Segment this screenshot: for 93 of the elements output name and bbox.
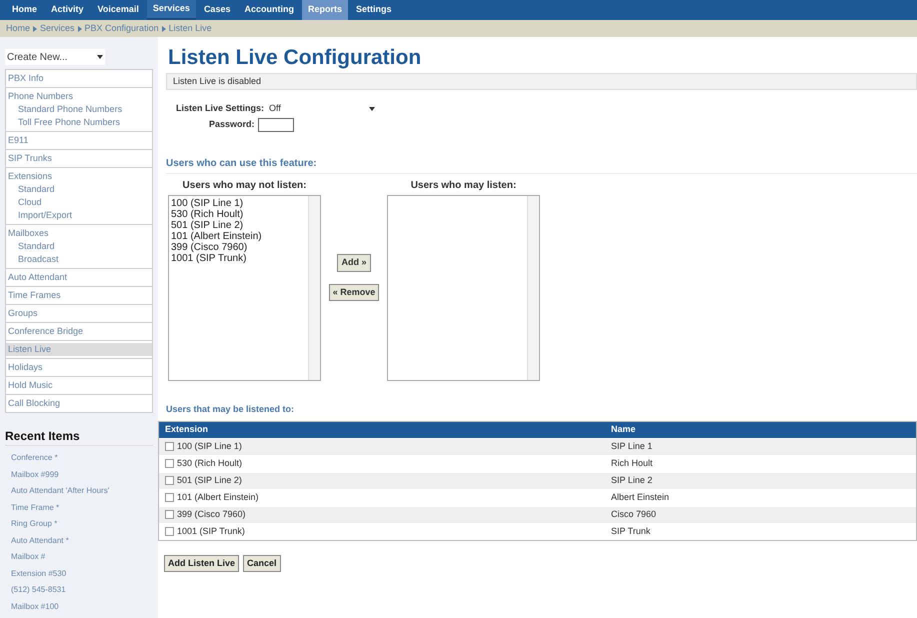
sidebar-subitem[interactable]: Toll Free Phone Numbers [6,116,152,129]
recent-item-link[interactable]: Time Frame * [5,500,153,516]
table-cell-text: 501 (SIP Line 2) [177,474,242,487]
create-new-select[interactable]: Create New... [5,49,105,65]
sidebar-item[interactable]: Conference Bridge [6,325,152,338]
form-button[interactable]: Add Listen Live [164,554,240,572]
breadcrumb-link[interactable]: Services [40,22,75,36]
nav-tab[interactable]: Reports [302,0,348,20]
nav-tab[interactable]: Services [146,0,196,20]
row-checkbox[interactable] [165,493,174,502]
breadcrumb-arrow-icon [162,26,166,32]
breadcrumb-link[interactable]: Listen Live [168,22,212,36]
table-cell-text: Rich Hoult [611,456,654,470]
section-heading: Users who can use this feature: [166,156,917,174]
sidebar-item[interactable]: Auto Attendant [6,271,152,284]
table-cell-text: 100 (SIP Line 1) [177,440,242,453]
sidebar-item[interactable]: SIP Trunks [6,152,152,165]
recent-items-heading: Recent Items [5,427,153,446]
list-option[interactable]: 1001 (SIP Trunk) [171,253,306,264]
breadcrumb-link[interactable]: Home [6,22,30,36]
row-checkbox[interactable] [165,527,174,536]
section-heading: Users that may be listened to: [166,403,296,416]
list-option[interactable]: 101 (Albert Einstein) [171,231,306,242]
breadcrumb-arrow-icon [78,26,82,32]
scrollbar[interactable] [308,196,320,380]
list-option[interactable]: 399 (Cisco 7960) [171,242,306,253]
page-title: Listen Live Configuration [168,45,422,71]
column-header: Name [611,422,637,436]
sidebar-subitem[interactable]: Standard [6,240,152,253]
list-option[interactable]: 530 (Rich Hoult) [171,209,306,220]
breadcrumb-arrow-icon [33,26,38,32]
nav-tab[interactable]: Activity [45,0,90,20]
dropdown-caret-icon [97,55,103,59]
nav-tab[interactable]: Settings [350,0,398,20]
recent-item-link[interactable]: Mailbox # [5,549,153,566]
move-button[interactable]: Add » [337,254,370,272]
column-header: Extension [164,422,210,436]
recent-item-link[interactable]: Ring Group * [5,516,153,532]
row-checkbox[interactable] [165,510,174,519]
field-label: Listen Live Settings: [176,102,264,116]
sidebar-subitem[interactable]: Import/Export [6,209,152,222]
table-cell-text: SIP Trunk [611,524,652,538]
nav-tab[interactable]: Voicemail [92,0,145,20]
sidebar-item[interactable]: Listen Live [6,343,152,356]
field-label: Password: [209,118,255,132]
nav-tab[interactable]: Cases [198,0,236,20]
sidebar-item[interactable]: E911 [6,134,152,147]
recent-item-link[interactable]: Mailbox #100 [5,598,153,615]
table-cell-text: 101 (Albert Einstein) [177,490,259,504]
recent-item-link[interactable]: Auto Attendant 'After Hours' [5,483,153,500]
sidebar-subitem[interactable]: Cloud [6,196,152,209]
sidebar-item[interactable]: PBX Info [6,72,152,85]
row-checkbox[interactable] [165,459,174,468]
list-option[interactable]: 501 (SIP Line 2) [171,220,306,231]
table-cell-text: 399 (Cisco 7960) [177,508,246,521]
recent-item-link[interactable]: Auto Attendant * [5,532,153,549]
sidebar-item[interactable]: Phone Numbers [6,90,152,103]
sidebar-item[interactable]: Holidays [6,361,152,374]
sidebar-subitem[interactable]: Standard Phone Numbers [6,103,152,116]
list-title: Users who may not listen: [182,179,306,193]
dropdown-caret-icon [369,107,376,111]
row-checkbox[interactable] [165,476,174,485]
status-message: Listen Live is disabled [166,73,917,90]
table-cell-text: 1001 (SIP Trunk) [177,524,245,538]
list-title: Users who may listen: [410,179,516,193]
recent-item-link[interactable]: (512) 545-8531 [5,582,153,598]
list-box[interactable] [387,195,540,381]
list-option[interactable]: 100 (SIP Line 1) [171,198,306,209]
sidebar-item[interactable]: Extensions [6,170,152,183]
recent-item-link[interactable]: Conference * [5,450,153,466]
sidebar-subitem[interactable]: Standard [6,183,152,196]
sidebar-item[interactable]: Hold Music [6,379,152,392]
list-box[interactable]: 100 (SIP Line 1) 530 (Rich Hoult) 501 (SIP Line 2) 101 (Albert Einstein) 399 (Cisco 7960) 1001 (SIP Trunk) [168,195,321,381]
breadcrumb-link[interactable]: PBX Configuration [84,22,159,36]
sidebar-subitem[interactable]: Broadcast [6,253,152,266]
move-button[interactable]: « Remove [328,284,380,301]
table-cell-text: 530 (Rich Hoult) [177,456,242,470]
recent-item-link[interactable]: Extension #530 [5,566,153,582]
table-cell-text: SIP Line 2 [611,474,654,487]
recent-item-link[interactable]: Mailbox #999 [5,466,153,483]
table-cell-text: Cisco 7960 [611,508,658,521]
form-button[interactable]: Cancel [243,554,281,572]
nav-tab[interactable]: Accounting [238,0,300,20]
table-cell-text: Albert Einstein [611,490,670,504]
sidebar-item[interactable]: Call Blocking [6,397,152,410]
sidebar-item[interactable]: Time Frames [6,289,152,302]
nav-tab[interactable]: Home [6,0,44,20]
row-checkbox[interactable] [165,442,174,451]
sidebar-item[interactable]: Mailboxes [6,227,152,240]
table-cell-text: SIP Line 1 [611,440,654,453]
sidebar-item[interactable]: Groups [6,307,152,320]
scrollbar[interactable] [527,196,539,380]
password-field[interactable] [258,118,294,132]
